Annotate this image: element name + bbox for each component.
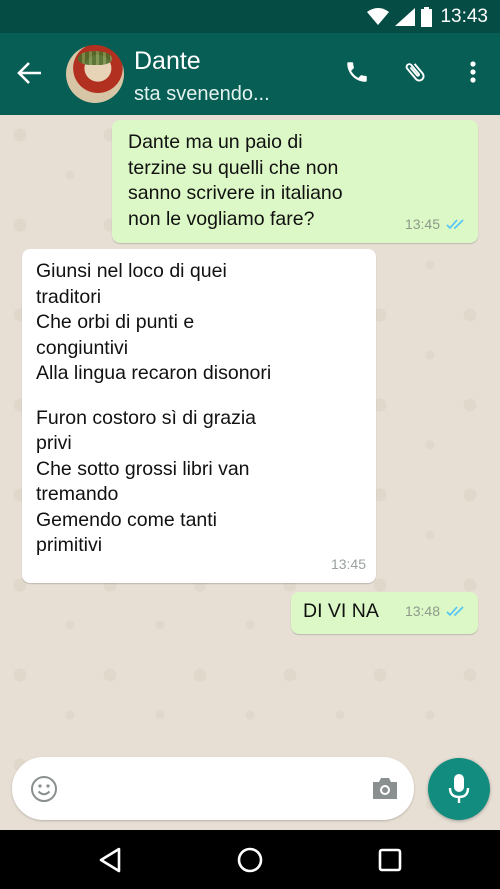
message-line: terzine su quelli che non — [128, 156, 339, 179]
back-arrow-icon[interactable] — [14, 57, 46, 89]
message-outgoing[interactable]: Dante ma un paio di terzine su quelli ch… — [112, 120, 478, 243]
poem-line: primitivi — [36, 534, 103, 556]
message-meta: 13:48 — [405, 599, 466, 625]
header-actions — [342, 57, 488, 87]
status-bar: 13:43 — [0, 0, 500, 33]
message-time: 13:48 — [404, 602, 440, 619]
signal-icon — [395, 7, 416, 26]
contact-status: sta svenendo... — [134, 83, 270, 105]
contact-name[interactable]: Dante — [134, 47, 201, 76]
message-text: DI VI NA — [303, 600, 379, 622]
paperclip-icon[interactable] — [400, 57, 430, 87]
message-line: Dante ma un paio di — [128, 131, 303, 153]
camera-icon[interactable] — [370, 774, 400, 804]
chat-header: Dante sta svenendo... — [0, 33, 500, 115]
poem-line: Gemendo come tanti — [36, 508, 218, 531]
read-ticks-icon — [446, 219, 464, 230]
status-time: 13:43 — [440, 5, 488, 27]
message-outgoing[interactable]: DI VI NA 13:48 — [291, 592, 478, 634]
poem-line: Che orbi di punti e — [36, 311, 195, 333]
message-time: 13:45 — [330, 555, 366, 572]
read-ticks-icon — [446, 606, 464, 617]
status-icons — [367, 6, 433, 27]
message-incoming[interactable]: Giunsi nel loco di quei traditori Che or… — [22, 249, 376, 583]
message-time: 13:45 — [404, 215, 440, 232]
mic-button[interactable] — [428, 758, 490, 820]
poem-line: Furon costoro sì di grazia — [36, 406, 257, 429]
nav-home-icon[interactable] — [230, 840, 270, 880]
system-nav-bar — [0, 830, 500, 889]
more-vert-icon[interactable] — [458, 57, 488, 87]
stanza-gap — [36, 387, 362, 406]
poem-line: privi — [36, 432, 72, 454]
nav-back-icon[interactable] — [90, 840, 130, 880]
emoji-icon[interactable] — [29, 774, 59, 804]
message-line: sanno scrivere in italiano — [128, 182, 343, 204]
message-input[interactable] — [72, 771, 352, 807]
wifi-icon — [367, 7, 390, 25]
battery-icon — [421, 6, 433, 27]
phone-icon[interactable] — [342, 57, 372, 87]
poem-line: Alla lingua recaron disonori — [36, 362, 272, 384]
poem-line: congiuntivi — [36, 336, 129, 359]
mic-icon — [448, 774, 470, 803]
poem-line: Giunsi nel loco di quei — [36, 260, 227, 282]
message-composer — [12, 757, 414, 820]
message-meta: 13:45 — [405, 212, 466, 238]
message-meta: 13:45 — [331, 552, 366, 578]
avatar[interactable] — [66, 45, 124, 103]
poem-line: Che sotto grossi libri van — [36, 457, 250, 480]
poem-line: tremando — [36, 483, 119, 505]
nav-recents-icon[interactable] — [370, 840, 410, 880]
poem-line: traditori — [36, 285, 102, 308]
chat-area[interactable]: Dante ma un paio di terzine su quelli ch… — [0, 115, 500, 830]
